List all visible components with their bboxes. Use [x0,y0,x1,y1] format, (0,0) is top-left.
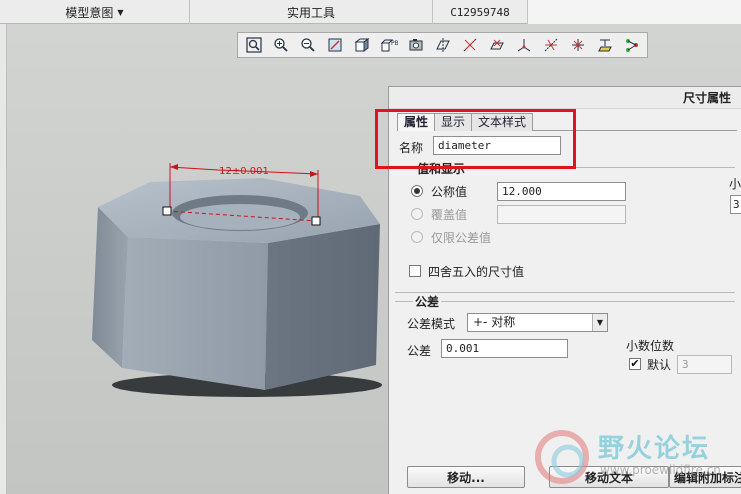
decimal-places-input[interactable]: 3 [677,355,732,374]
display-style-icon[interactable]: PB [377,34,400,56]
tolerance-group-title: 公差 [413,293,442,310]
decimal-value-partial[interactable]: 3 [730,195,741,214]
zoom-in-icon[interactable] [269,34,292,56]
tolerance-label: 公差 [407,344,432,358]
watermark-text: 野火论坛 [598,434,711,464]
chevron-down-icon: ▼ [592,314,607,331]
tolerance-only-radio[interactable] [411,231,423,243]
network-icon[interactable] [620,34,643,56]
drag-handle-right[interactable] [311,216,321,226]
default-checkbox[interactable]: ✔ [629,358,641,370]
nominal-radio[interactable] [411,185,423,197]
svg-text:PB: PB [391,40,398,47]
tolerance-mode-label: 公差模式 [407,317,456,331]
drag-handle-left[interactable] [162,206,172,216]
plane-display-icon[interactable] [593,34,616,56]
tolerance-only-label: 仅限公差值 [431,231,492,245]
move-button[interactable]: 移动... [407,466,525,488]
spin-center-icon[interactable] [566,34,589,56]
tolerance-mode-value: +- 对称 [473,315,516,329]
nominal-label: 公称值 [431,185,468,199]
datum-axis-icon[interactable] [458,34,481,56]
decimal-label-partial: 小 [729,177,741,191]
round-label: 四舍五入的尺寸值 [428,265,525,279]
view-toolbar: PB [237,32,648,58]
tolerance-value-input[interactable]: 0.001 [441,339,568,358]
repaint-icon[interactable] [323,34,346,56]
round-checkbox[interactable] [409,265,421,277]
dialog-title: 尺寸属性 [389,87,741,109]
annotation-icon[interactable] [539,34,562,56]
nut-front-face [122,237,268,390]
nut-bore-inner [180,204,300,230]
dimension-arrow-right [310,171,318,177]
zoom-fit-icon[interactable] [242,34,265,56]
zoom-out-icon[interactable] [296,34,319,56]
dimension-arrow-left [170,164,178,170]
override-value-input[interactable] [497,205,626,224]
datum-point-icon[interactable] [485,34,508,56]
dimension-text[interactable]: 12±0.001 [219,166,269,177]
watermark-url: www.proewildfire.cn [600,463,721,477]
saved-view-icon[interactable] [404,34,427,56]
override-radio[interactable] [411,208,423,220]
tolerance-group [395,301,735,302]
datum-plane-icon[interactable] [431,34,454,56]
override-label: 覆盖值 [431,208,468,222]
csys-icon[interactable] [512,34,535,56]
red-highlight-box [375,109,576,169]
separator [395,292,735,293]
tolerance-mode-select[interactable]: +- 对称 ▼ [467,313,608,332]
nut-right-face [265,224,380,390]
decimal-places-label: 小数位数 [626,339,675,353]
default-label: 默认 [647,358,672,372]
nominal-value-input[interactable]: 12.000 [497,182,626,201]
shading-icon[interactable] [350,34,373,56]
